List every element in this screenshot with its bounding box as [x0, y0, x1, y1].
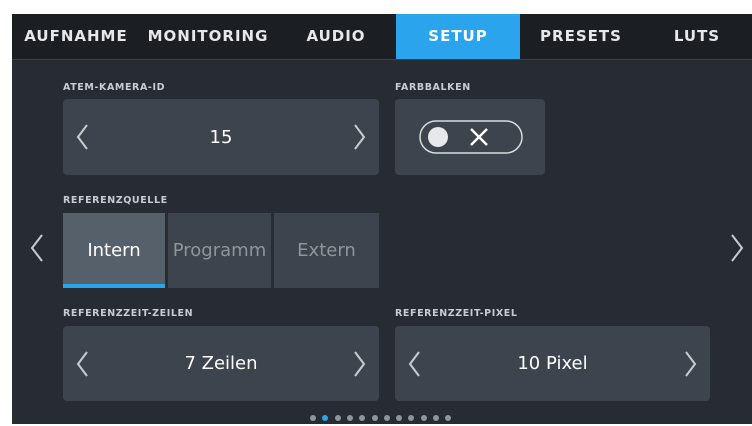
- page-dot[interactable]: [359, 415, 366, 421]
- color-bars-label: FARBBALKEN: [395, 82, 471, 93]
- reference-option-programm[interactable]: Programm: [168, 213, 271, 288]
- tab-luts[interactable]: LUTS: [642, 14, 752, 59]
- tab-monitoring[interactable]: MONITORING: [140, 14, 276, 59]
- page-dot[interactable]: [383, 415, 390, 421]
- reference-option-extern[interactable]: Extern: [274, 213, 379, 288]
- reference-pixels-stepper: 10 Pixel: [395, 326, 710, 401]
- camera-id-stepper: 15: [63, 99, 379, 175]
- page-dot[interactable]: [445, 415, 452, 421]
- tab-setup[interactable]: SETUP: [396, 14, 520, 59]
- page-dot[interactable]: [310, 415, 316, 421]
- next-page-arrow[interactable]: [728, 232, 746, 264]
- reference-source-selector: Intern Programm Extern: [63, 213, 379, 288]
- tab-audio[interactable]: AUDIO: [276, 14, 396, 59]
- previous-page-arrow[interactable]: [28, 232, 46, 264]
- page-dot[interactable]: [334, 415, 341, 421]
- reference-source-label: REFERENZQUELLE: [63, 195, 168, 206]
- page-dot[interactable]: [420, 415, 427, 421]
- page-dot[interactable]: [322, 415, 329, 421]
- reference-pixels-increment[interactable]: [670, 326, 710, 401]
- reference-option-label: Intern: [87, 240, 141, 261]
- reference-pixels-value: 10 Pixel: [517, 353, 588, 374]
- page-dot[interactable]: [396, 415, 403, 421]
- camera-id-value: 15: [209, 126, 233, 148]
- page-dot[interactable]: [408, 415, 415, 421]
- page-dot[interactable]: [346, 415, 353, 421]
- toggle-knob: [428, 127, 448, 147]
- reference-lines-label: REFERENZZEIT-ZEILEN: [63, 308, 194, 319]
- reference-pixels-label: REFERENZZEIT-PIXEL: [395, 308, 518, 319]
- chevron-right-icon: [685, 350, 697, 377]
- camera-id-increment[interactable]: [339, 99, 379, 175]
- chevron-right-icon: [354, 124, 366, 150]
- tab-bar: AUFNAHME MONITORING AUDIO SETUP PRESETS …: [12, 14, 752, 60]
- camera-id-label: ATEM-KAMERA-ID: [63, 82, 166, 93]
- x-icon: [470, 128, 488, 146]
- reference-lines-stepper: 7 Zeilen: [63, 326, 379, 401]
- reference-option-label: Programm: [172, 240, 267, 261]
- color-bars-panel: [395, 99, 545, 175]
- chevron-right-icon: [354, 350, 366, 377]
- page-dot[interactable]: [371, 415, 378, 421]
- color-bars-toggle[interactable]: [419, 120, 523, 154]
- setup-screen: AUFNAHME MONITORING AUDIO SETUP PRESETS …: [12, 14, 752, 424]
- selected-indicator: [63, 284, 165, 288]
- tab-presets[interactable]: PRESETS: [520, 14, 642, 59]
- tab-aufnahme[interactable]: AUFNAHME: [12, 14, 140, 59]
- page-dot[interactable]: [433, 415, 439, 421]
- reference-lines-increment[interactable]: [339, 326, 379, 401]
- reference-option-intern[interactable]: Intern: [63, 213, 165, 288]
- reference-lines-value: 7 Zeilen: [184, 353, 258, 374]
- reference-option-label: Extern: [297, 240, 356, 261]
